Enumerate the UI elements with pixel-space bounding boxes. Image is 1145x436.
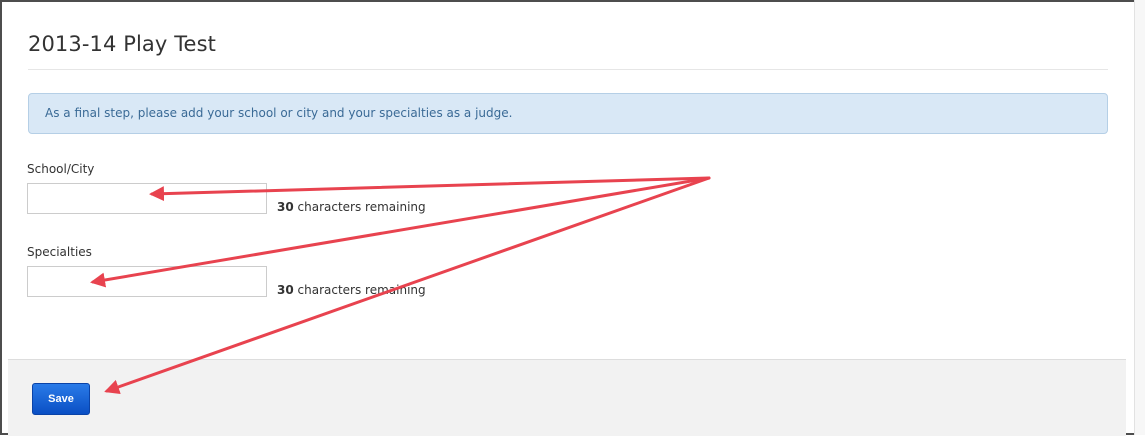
specialties-label: Specialties bbox=[27, 245, 92, 259]
info-alert: As a final step, please add your school … bbox=[28, 93, 1108, 134]
school-city-input[interactable] bbox=[27, 183, 267, 214]
specialties-remaining-text: characters remaining bbox=[293, 283, 426, 297]
school-city-label: School/City bbox=[27, 162, 95, 176]
title-divider bbox=[28, 69, 1108, 70]
scrollbar[interactable] bbox=[1134, 0, 1145, 435]
specialties-remaining-count: 30 bbox=[277, 283, 294, 297]
school-city-remaining-count: 30 bbox=[277, 200, 294, 214]
page-title: 2013-14 Play Test bbox=[28, 32, 216, 56]
school-city-counter: 30 characters remaining bbox=[277, 200, 426, 214]
save-button[interactable]: Save bbox=[32, 383, 90, 415]
specialties-counter: 30 characters remaining bbox=[277, 283, 426, 297]
main-panel: 2013-14 Play Test As a final step, pleas… bbox=[8, 2, 1126, 359]
specialties-input[interactable] bbox=[27, 266, 267, 297]
school-city-remaining-text: characters remaining bbox=[293, 200, 426, 214]
form-footer: Save bbox=[8, 359, 1126, 436]
